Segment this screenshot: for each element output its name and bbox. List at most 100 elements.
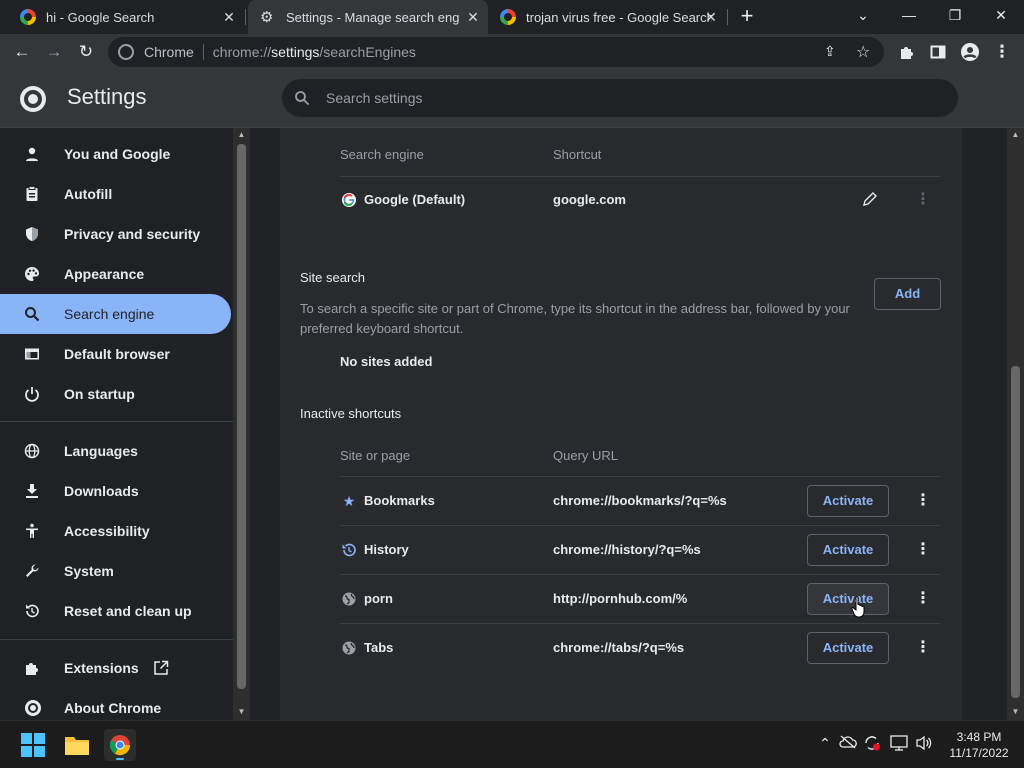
- tab-google-search-hi[interactable]: hi - Google Search ✕: [8, 0, 244, 34]
- more-actions-icon[interactable]: ⋮: [913, 638, 933, 658]
- sidebar-item-accessibility[interactable]: Accessibility: [0, 511, 231, 551]
- more-actions-icon[interactable]: ⋮: [913, 589, 933, 609]
- sidebar-item-you-and-google[interactable]: You and Google: [0, 134, 231, 174]
- volume-icon[interactable]: [915, 735, 935, 751]
- table-divider: [340, 176, 940, 177]
- more-actions-icon[interactable]: ⋮: [913, 491, 933, 511]
- table-divider: [340, 476, 940, 477]
- sidebar-nav: You and Google Autofill Privacy and secu…: [0, 128, 250, 720]
- tab-google-search-trojan[interactable]: trojan virus free - Google Search ✕: [488, 0, 726, 34]
- more-actions-icon[interactable]: ⋮: [913, 540, 933, 560]
- reset-icon: [24, 603, 44, 619]
- sidebar-item-autofill[interactable]: Autofill: [0, 174, 231, 214]
- chrome-taskbar-icon[interactable]: [104, 729, 136, 761]
- inactive-shortcut-name: porn: [364, 591, 393, 606]
- activate-history-button[interactable]: Activate: [807, 534, 889, 566]
- settings-search-input[interactable]: [326, 90, 826, 106]
- sidebar-item-downloads[interactable]: Downloads: [0, 471, 231, 511]
- tab-close-button[interactable]: ✕: [464, 8, 482, 26]
- scroll-up-arrow-icon[interactable]: ▲: [233, 130, 250, 139]
- sidebar-item-privacy-and-security[interactable]: Privacy and security: [0, 214, 231, 254]
- browser-toolbar: ← → ↻ Chrome chrome://settings/searchEng…: [0, 34, 1024, 70]
- windows-start-icon[interactable]: [17, 729, 49, 761]
- puzzle-icon: [24, 660, 44, 676]
- clipboard-icon: [24, 186, 44, 202]
- tab-settings[interactable]: ⚙ Settings - Manage search engine ✕: [248, 0, 488, 34]
- shield-icon: [24, 226, 44, 242]
- omnibox-separator: [202, 44, 204, 60]
- table-divider: [340, 574, 940, 575]
- tab-divider: [245, 9, 246, 25]
- address-bar[interactable]: Chrome chrome://settings/searchEngines ⇪…: [108, 37, 884, 67]
- site-chip-label: Chrome: [144, 44, 194, 60]
- tab-title: trojan virus free - Google Search: [526, 9, 712, 25]
- sidebar-item-appearance[interactable]: Appearance: [0, 254, 231, 294]
- sync-alert-icon[interactable]: [863, 735, 883, 751]
- menu-kebab-icon[interactable]: ⋮: [986, 34, 1018, 70]
- profile-avatar-icon[interactable]: [954, 34, 986, 70]
- main-scrollbar[interactable]: ▲ ▼: [1007, 128, 1024, 720]
- sidebar-item-search-engine[interactable]: Search engine: [0, 294, 231, 334]
- taskbar-clock[interactable]: 3:48 PM 11/17/2022: [940, 729, 1018, 761]
- sidebar-item-system[interactable]: System: [0, 551, 231, 591]
- sidebar-divider: [0, 421, 233, 422]
- sidebar-item-label: Accessibility: [64, 523, 150, 539]
- google-icon: [341, 192, 357, 208]
- url-host: settings: [271, 44, 320, 60]
- activate-bookmarks-button[interactable]: Activate: [807, 485, 889, 517]
- wrench-icon: [24, 563, 44, 579]
- scrollbar-thumb[interactable]: [1011, 366, 1020, 698]
- onedrive-cloud-icon[interactable]: [839, 735, 859, 749]
- globe-icon: [341, 591, 357, 607]
- scrollbar-thumb[interactable]: [237, 144, 246, 689]
- scroll-up-arrow-icon[interactable]: ▲: [1007, 130, 1024, 139]
- sidebar-item-default-browser[interactable]: Default browser: [0, 334, 231, 374]
- reload-icon[interactable]: ↻: [70, 34, 102, 70]
- bookmark-star-icon[interactable]: ☆: [856, 42, 870, 62]
- sidebar-item-on-startup[interactable]: On startup: [0, 374, 231, 414]
- sidebar-item-languages[interactable]: Languages: [0, 431, 231, 471]
- no-sites-text: No sites added: [340, 354, 433, 369]
- tab-close-button[interactable]: ✕: [702, 8, 720, 26]
- edit-pencil-icon[interactable]: [862, 191, 878, 207]
- new-tab-button[interactable]: +: [725, 0, 769, 30]
- tab-close-button[interactable]: ✕: [220, 8, 238, 26]
- chrome-logo-icon: [20, 86, 46, 112]
- add-site-search-button[interactable]: Add: [874, 278, 941, 310]
- google-icon: [20, 9, 36, 25]
- activate-porn-button[interactable]: Activate: [807, 583, 889, 615]
- windows-taskbar: ⌃: [0, 720, 1024, 768]
- side-panel-icon[interactable]: [922, 34, 954, 70]
- inactive-shortcut-url: chrome://bookmarks/?q=%s: [553, 493, 727, 508]
- table-divider: [340, 525, 940, 526]
- scroll-down-arrow-icon[interactable]: ▼: [1007, 707, 1024, 716]
- column-header-shortcut: Shortcut: [553, 147, 602, 162]
- inactive-shortcut-name: Bookmarks: [364, 493, 435, 508]
- star-icon: ★: [342, 493, 356, 509]
- sidebar-scrollbar[interactable]: ▲ ▼: [233, 128, 250, 720]
- accessibility-icon: [24, 523, 44, 539]
- tab-search-dropdown-button[interactable]: ⌄: [840, 0, 886, 30]
- network-icon[interactable]: [890, 735, 910, 751]
- file-explorer-icon[interactable]: [61, 729, 93, 761]
- browser-icon: [24, 346, 44, 362]
- close-window-button[interactable]: ✕: [978, 0, 1024, 30]
- sidebar-item-extensions[interactable]: Extensions: [0, 648, 231, 688]
- activate-tabs-button[interactable]: Activate: [807, 632, 889, 664]
- extensions-puzzle-icon[interactable]: [890, 34, 922, 70]
- site-search-description: To search a specific site or part of Chr…: [300, 301, 850, 336]
- minimize-button[interactable]: —: [886, 0, 932, 30]
- settings-search-box[interactable]: [282, 79, 958, 117]
- tab-title: Settings - Manage search engine: [286, 9, 460, 25]
- chrome-site-icon[interactable]: [118, 44, 134, 60]
- scroll-down-arrow-icon[interactable]: ▼: [233, 707, 250, 716]
- share-icon[interactable]: ⇪: [824, 43, 836, 60]
- restore-button[interactable]: ❐: [932, 0, 978, 30]
- back-arrow-icon[interactable]: ←: [6, 34, 38, 70]
- sidebar-item-reset-and-clean-up[interactable]: Reset and clean up: [0, 591, 231, 631]
- forward-arrow-icon[interactable]: →: [38, 34, 70, 70]
- hand-cursor-icon: [851, 595, 869, 619]
- tray-overflow-chevron-icon[interactable]: ⌃: [815, 735, 835, 752]
- tab-strip: hi - Google Search ✕ ⚙ Settings - Manage…: [0, 0, 1024, 34]
- google-icon: [500, 9, 516, 25]
